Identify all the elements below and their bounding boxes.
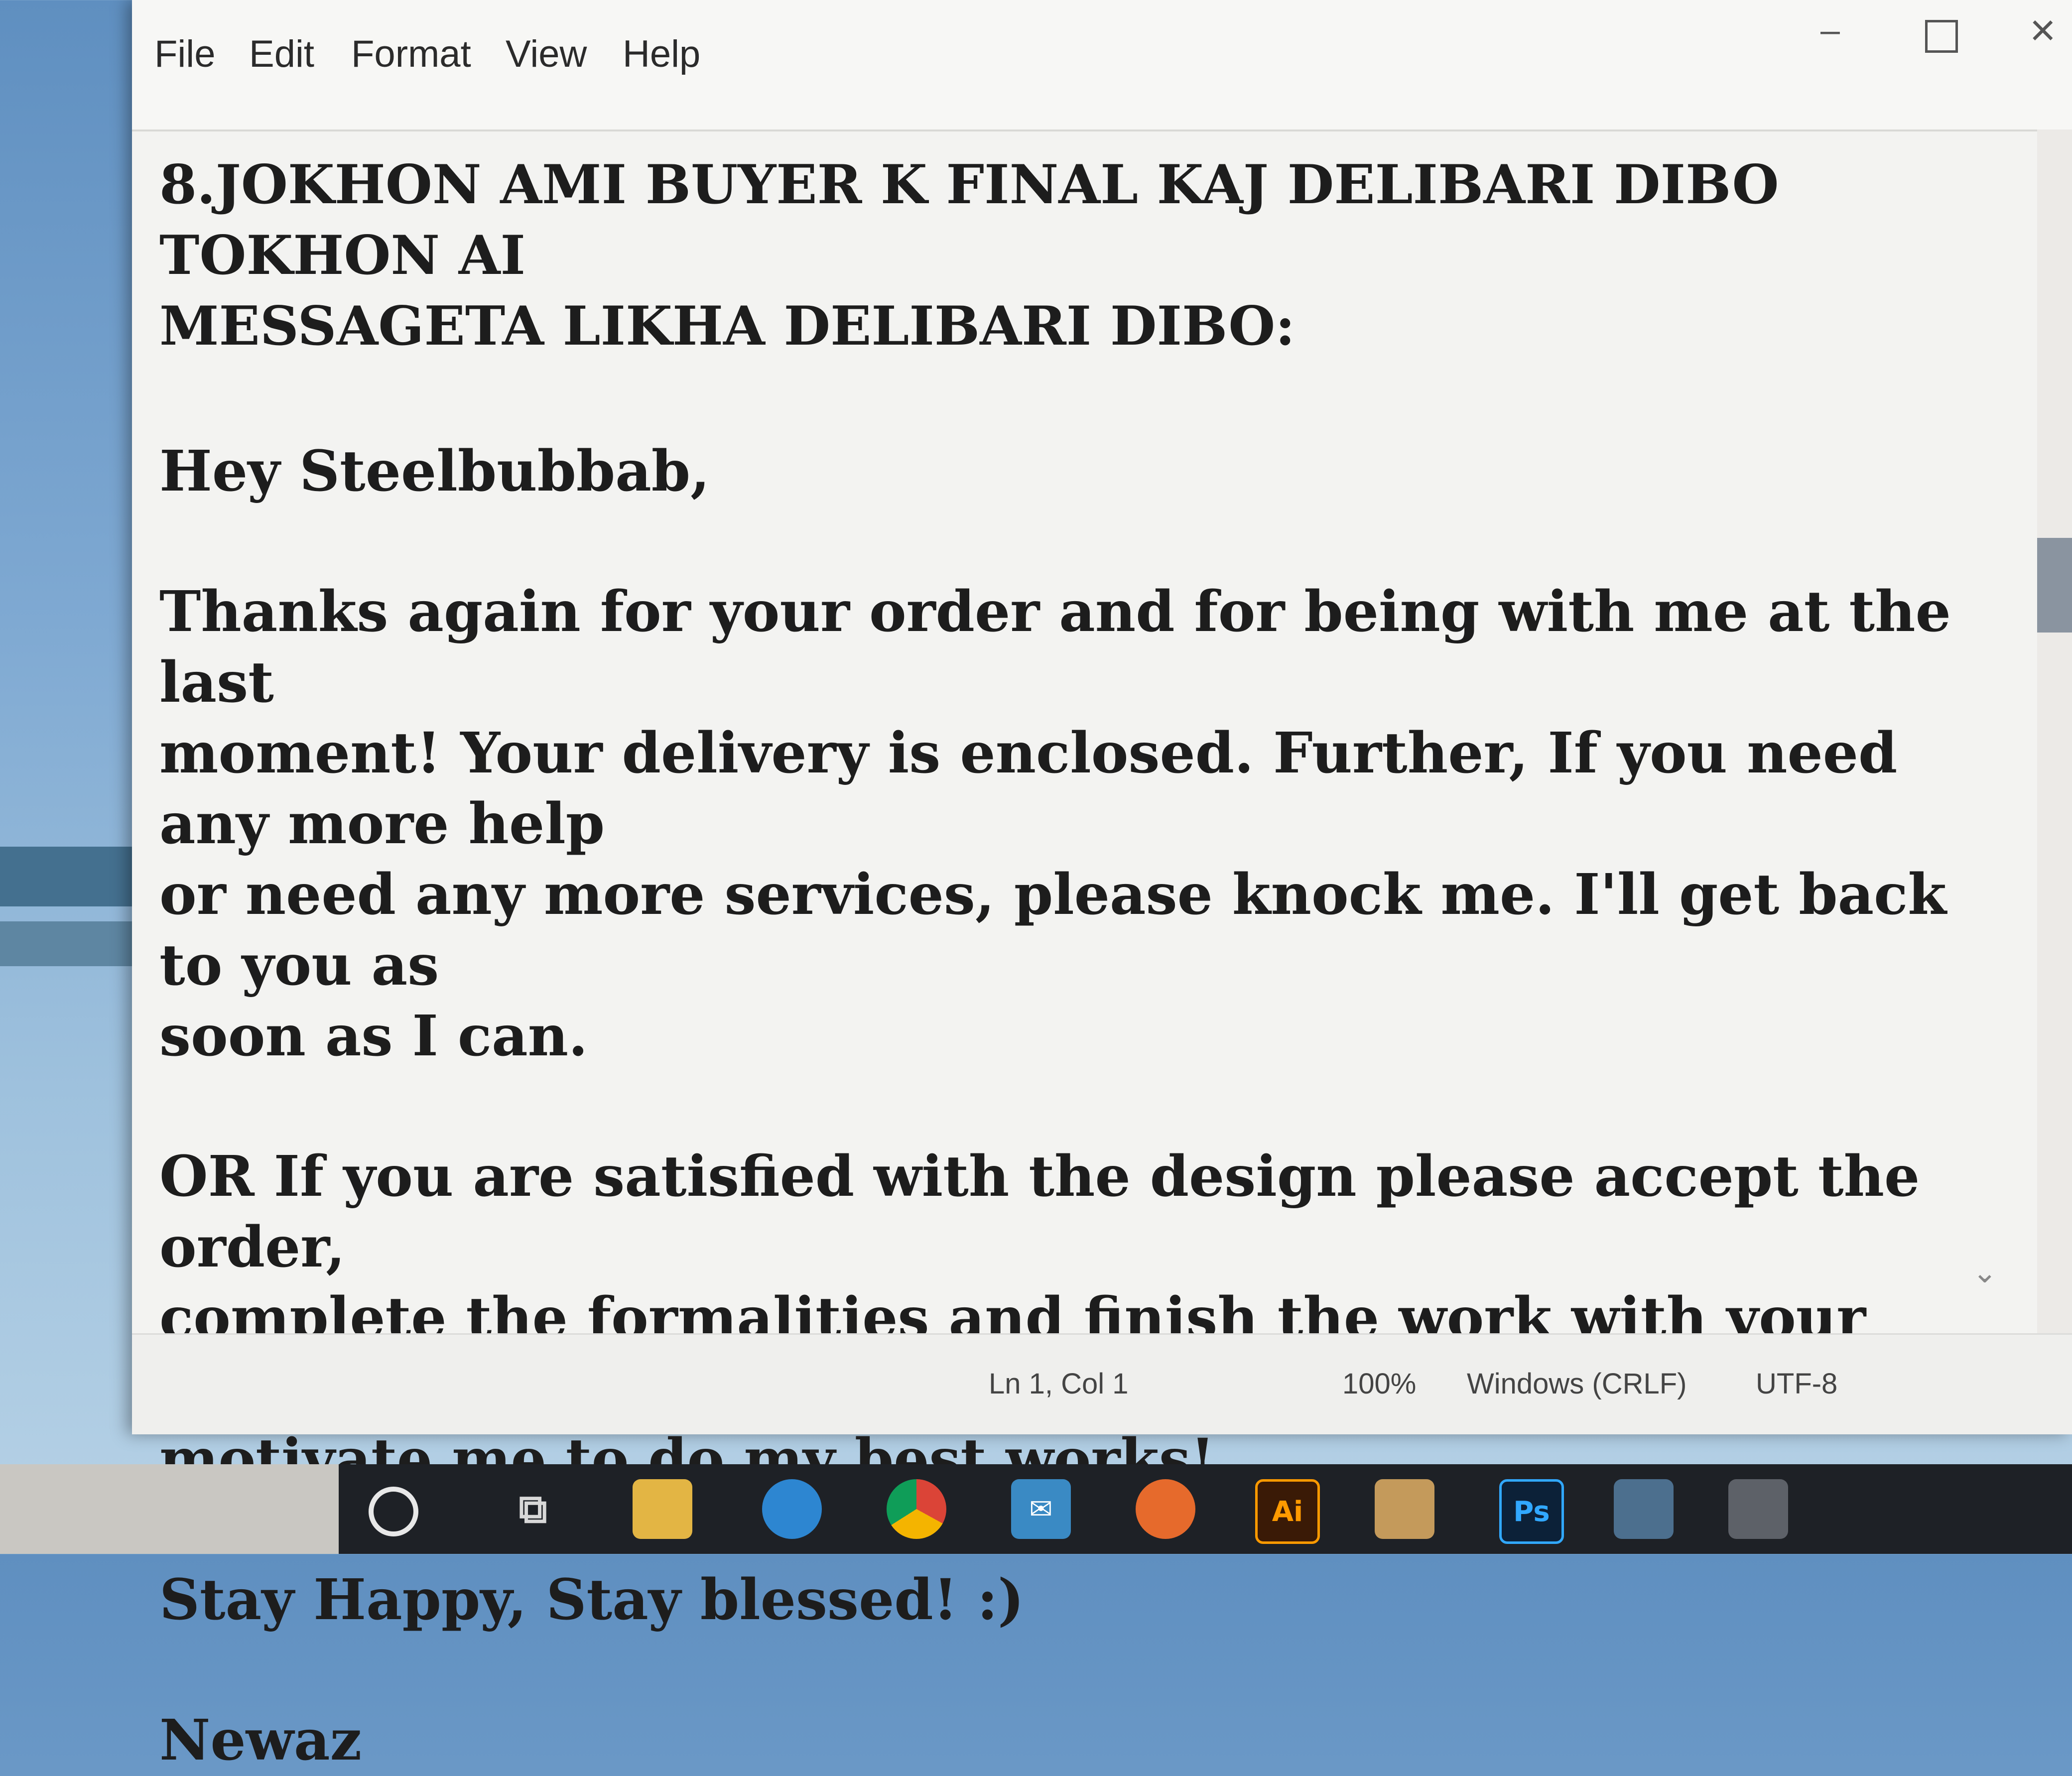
vertical-scrollbar[interactable]	[2037, 129, 2072, 1335]
firefox-browser-icon[interactable]	[1136, 1479, 1195, 1539]
menu-bar: File Edit Format View Help – ×	[132, 0, 2072, 131]
text-editor-area[interactable]: 8.JOKHON AMI BUYER K FINAL KAJ DELIBARI …	[159, 149, 2002, 1773]
app-icon[interactable]	[1614, 1479, 1674, 1539]
chrome-browser-icon[interactable]	[887, 1479, 946, 1539]
notepad-window: File Edit Format View Help – × 8.JOKHON …	[132, 0, 2072, 1773]
menu-format[interactable]: Format	[351, 32, 471, 76]
close-button[interactable]: ×	[2030, 5, 2056, 56]
menu-help[interactable]: Help	[623, 32, 700, 76]
status-bar: Ln 1, Col 1 100% Windows (CRLF) UTF-8	[132, 1333, 2072, 1434]
mail-icon[interactable]: ✉	[1011, 1479, 1071, 1539]
signature-line: Newaz	[159, 1708, 362, 1773]
illustrator-icon[interactable]: Ai	[1255, 1479, 1320, 1544]
task-view-icon[interactable]: ⧉	[503, 1479, 563, 1539]
chevron-down-icon[interactable]: ⌄	[1972, 1255, 1997, 1290]
maximize-button[interactable]	[1925, 20, 1958, 53]
store-icon[interactable]	[1375, 1479, 1434, 1539]
body-paragraph-2: OR If you are satisfied with the design …	[159, 1144, 1920, 1492]
scrollbar-thumb[interactable]	[2037, 538, 2072, 633]
menu-view[interactable]: View	[506, 32, 587, 76]
closing-line: Stay Happy, Stay blessed! :)	[159, 1567, 1025, 1633]
photoshop-icon[interactable]: Ps	[1499, 1479, 1564, 1544]
app-icon[interactable]	[1728, 1479, 1788, 1539]
taskbar-search-area[interactable]	[0, 1464, 339, 1554]
menu-edit[interactable]: Edit	[249, 32, 314, 76]
greeting-line: Hey Steelbubbab,	[159, 439, 710, 504]
minimize-button[interactable]: –	[1820, 10, 1840, 50]
search-circle-icon[interactable]	[369, 1487, 418, 1536]
edge-browser-icon[interactable]	[762, 1479, 822, 1539]
folder-icon[interactable]	[633, 1479, 692, 1539]
cursor-position: Ln 1, Col 1	[989, 1368, 1129, 1400]
taskbar: ⧉ ✉ Ai Ps	[0, 1464, 2072, 1554]
menu-file[interactable]: File	[154, 32, 215, 76]
line-endings: Windows (CRLF)	[1467, 1368, 1687, 1400]
body-paragraph-1: Thanks again for your order and for bein…	[159, 579, 1951, 1069]
encoding: UTF-8	[1756, 1368, 1838, 1400]
document-heading: 8.JOKHON AMI BUYER K FINAL KAJ DELIBARI …	[159, 153, 1779, 358]
zoom-level: 100%	[1342, 1368, 1417, 1400]
